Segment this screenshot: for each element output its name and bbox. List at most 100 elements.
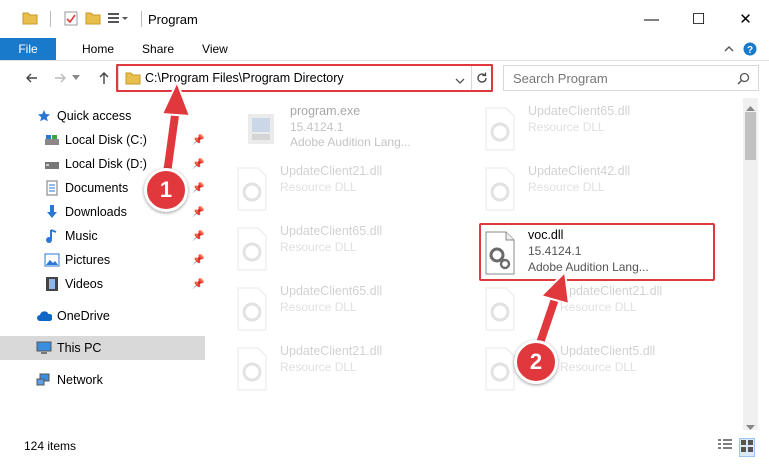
up-button[interactable] xyxy=(92,66,116,90)
navigation-pane: Quick access Local Disk (C:) 📌 Local Dis… xyxy=(0,100,208,430)
status-bar: 124 items xyxy=(0,432,769,460)
forward-button[interactable] xyxy=(48,66,72,90)
tab-view[interactable]: View xyxy=(188,38,242,60)
file-name: UpdateClient5.dll xyxy=(560,344,656,358)
sidebar-item-videos[interactable]: Videos 📌 xyxy=(0,272,205,296)
step-2-badge: 2 xyxy=(514,340,558,384)
tab-home[interactable]: Home xyxy=(68,38,128,60)
toolbar-divider xyxy=(50,11,51,27)
arrow-right-icon xyxy=(55,73,66,83)
list-item[interactable]: UpdateClient21.dll Resource DLL xyxy=(480,282,710,342)
file-name: UpdateClient65.dll xyxy=(280,224,383,238)
sidebar-item-music[interactable]: Music 📌 xyxy=(0,224,205,248)
file-version: 15.4124.1 xyxy=(290,120,344,134)
list-item[interactable]: UpdateClient65.dll Resource DLL xyxy=(480,102,710,162)
ribbon-tabs: File Home Share View ? xyxy=(0,38,769,61)
pin-icon[interactable]: 📌 xyxy=(192,159,204,170)
sidebar-item-this-pc[interactable]: This PC xyxy=(0,336,205,360)
minimize-button[interactable]: — xyxy=(628,0,675,38)
file-name: UpdateClient21.dll xyxy=(280,344,383,358)
new-folder-icon[interactable] xyxy=(85,11,101,28)
pin-icon[interactable]: 📌 xyxy=(192,231,204,242)
sidebar-item-label: Network xyxy=(57,373,103,387)
sidebar-item-label: Quick access xyxy=(57,109,132,123)
documents-icon xyxy=(44,180,60,196)
dll-file-icon xyxy=(237,167,267,211)
vertical-scrollbar[interactable] xyxy=(743,98,758,430)
svg-text:?: ? xyxy=(747,45,753,56)
file-name: UpdateClient65.dll xyxy=(280,284,383,298)
sidebar-item-label: Downloads xyxy=(65,205,127,219)
list-item[interactable]: UpdateClient42.dll Resource DLL xyxy=(480,162,710,222)
pin-icon[interactable]: 📌 xyxy=(192,183,204,194)
dll-file-icon xyxy=(485,167,515,211)
folder-icon xyxy=(22,11,38,28)
star-icon xyxy=(36,108,52,124)
film-icon xyxy=(44,276,60,292)
list-item[interactable]: UpdateClient65.dll Resource DLL xyxy=(232,282,462,342)
arrow-up-icon xyxy=(99,72,109,84)
details-view-icon[interactable] xyxy=(717,438,733,457)
customize-toolbar-icon[interactable] xyxy=(107,11,129,28)
expand-ribbon-icon[interactable] xyxy=(723,43,735,58)
sidebar-item-network[interactable]: Network xyxy=(0,368,205,392)
file-name: UpdateClient42.dll xyxy=(528,164,631,178)
arrow-left-icon xyxy=(26,73,37,83)
dll-file-icon xyxy=(237,287,267,331)
list-item[interactable]: UpdateClient65.dll Resource DLL xyxy=(232,222,462,282)
file-name: UpdateClient21.dll xyxy=(560,284,663,298)
sidebar-item-label: OneDrive xyxy=(57,309,110,323)
search-icon xyxy=(737,72,750,88)
pin-icon[interactable]: 📌 xyxy=(192,207,204,218)
pin-icon[interactable]: 📌 xyxy=(192,135,204,146)
cloud-icon xyxy=(36,308,52,324)
large-icons-view-icon[interactable] xyxy=(739,438,755,457)
pin-icon[interactable]: 📌 xyxy=(192,279,204,290)
dll-file-icon xyxy=(485,347,515,391)
sidebar-item-label: This PC xyxy=(57,341,102,355)
search-placeholder: Search Program xyxy=(513,70,608,86)
file-name: UpdateClient65.dll xyxy=(528,104,631,118)
step-1-badge: 1 xyxy=(144,168,188,212)
list-item[interactable]: UpdateClient5.dll Resource DLL xyxy=(480,342,710,402)
file-type: Resource DLL xyxy=(528,120,605,134)
dll-file-icon xyxy=(485,107,515,151)
back-button[interactable] xyxy=(20,66,44,90)
properties-icon[interactable] xyxy=(63,10,79,29)
address-highlight-box xyxy=(116,64,493,92)
drive-icon xyxy=(44,156,60,172)
pin-icon[interactable]: 📌 xyxy=(192,255,204,266)
search-input[interactable]: Search Program xyxy=(503,65,759,91)
pictures-icon xyxy=(44,252,60,268)
file-type: Resource DLL xyxy=(280,180,357,194)
file-name: UpdateClient21.dll xyxy=(280,164,383,178)
music-note-icon xyxy=(44,228,60,244)
list-item[interactable]: UpdateClient21.dll Resource DLL xyxy=(232,342,462,402)
tab-share[interactable]: Share xyxy=(128,38,188,60)
sidebar-item-label: Pictures xyxy=(65,253,111,267)
close-button[interactable]: ✕ xyxy=(722,0,769,38)
item-count: 124 items xyxy=(24,439,77,453)
dll-file-icon xyxy=(237,347,267,391)
recent-locations-button[interactable] xyxy=(70,66,82,90)
sidebar-item-quick-access[interactable]: Quick access xyxy=(0,104,205,128)
exe-file-icon xyxy=(248,114,274,144)
tab-file[interactable]: File xyxy=(0,38,56,60)
drive-icon xyxy=(44,132,60,148)
list-item[interactable]: program.exe 15.4124.1 Adobe Audition Lan… xyxy=(242,102,472,162)
file-type: Resource DLL xyxy=(560,360,637,374)
quick-access-toolbar xyxy=(22,0,148,38)
list-item[interactable]: UpdateClient21.dll Resource DLL xyxy=(232,162,462,222)
sidebar-item-local-disk-c[interactable]: Local Disk (C:) 📌 xyxy=(0,128,205,152)
file-type: Resource DLL xyxy=(528,180,605,194)
sidebar-item-pictures[interactable]: Pictures 📌 xyxy=(0,248,205,272)
file-name: program.exe xyxy=(290,104,361,118)
sidebar-item-onedrive[interactable]: OneDrive xyxy=(0,304,205,328)
maximize-button[interactable]: ☐ xyxy=(675,0,722,38)
sidebar-item-label: Music xyxy=(65,229,98,243)
help-icon[interactable]: ? xyxy=(743,42,757,59)
window-title: Program xyxy=(148,11,198,27)
file-type: Resource DLL xyxy=(280,300,357,314)
voc-dll-highlight-box xyxy=(479,223,715,281)
scrollbar-thumb[interactable] xyxy=(745,112,756,160)
